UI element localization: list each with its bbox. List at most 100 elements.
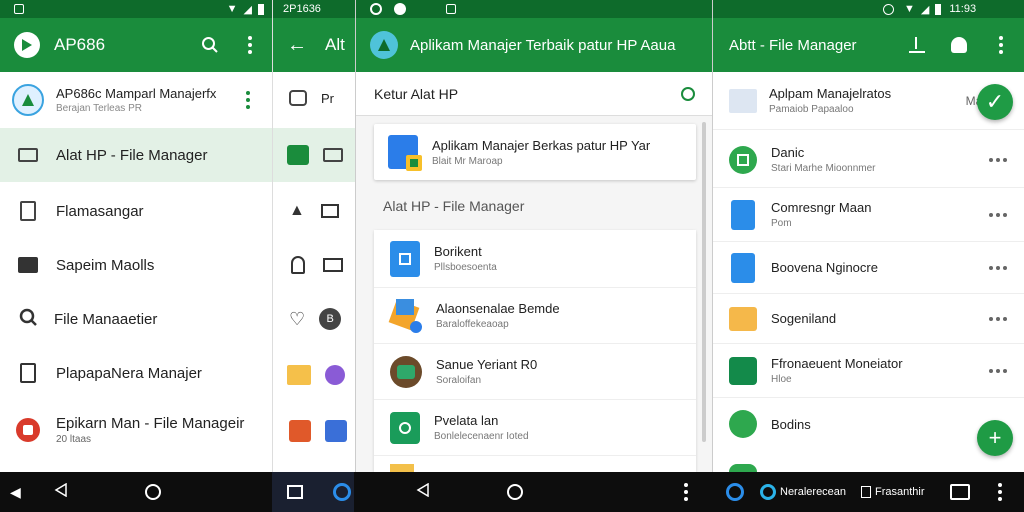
search-bar[interactable]: Ketur Alat HP	[356, 72, 713, 116]
navigation-bar: ◀ Neralerecean Frasanthir	[0, 472, 1024, 512]
panel-search-results: Aplikam Manajer Terbaik patur HP Aaua Ke…	[355, 0, 713, 472]
list-item-title: Ffronaeuent Moneiator	[771, 356, 903, 371]
home-icon[interactable]	[507, 484, 523, 500]
add-button[interactable]: +	[977, 420, 1013, 456]
more-options-icon[interactable]	[990, 482, 1010, 502]
drawer-item-plapapanera[interactable]: PlapapaNera Manajer	[0, 346, 272, 400]
drawer-item-file-manager[interactable]: File Manaaetier	[0, 292, 272, 346]
status-bar	[356, 0, 713, 18]
search-icon[interactable]	[198, 33, 222, 57]
list-item[interactable]: ▲	[273, 184, 356, 238]
list-item-title: Bodins	[771, 416, 811, 432]
featured-subtitle: Blait Mr Maroap	[432, 155, 503, 167]
search-icon	[18, 307, 38, 332]
taskbar-text-secondary[interactable]: Frasanthir	[875, 486, 925, 498]
screen-cast-icon[interactable]	[950, 484, 970, 500]
list-item-label: Pr	[321, 90, 334, 106]
list-item-active[interactable]	[273, 128, 356, 182]
app-icon	[390, 355, 422, 388]
add-person-icon[interactable]	[951, 37, 967, 53]
upload-icon[interactable]	[909, 37, 925, 53]
list-item[interactable]	[273, 404, 356, 458]
app-status-icon	[370, 3, 382, 15]
panel-file-manager: ▼ ◢ 11:93 Abtt - File Manager Aplpam Man…	[712, 0, 1024, 472]
app-icon	[16, 418, 40, 442]
screen-icon	[289, 90, 307, 106]
app-logo-icon[interactable]	[370, 31, 398, 59]
list-item-title: Danic	[771, 145, 805, 160]
drawer-item-flamasangar[interactable]: Flamasangar	[0, 184, 272, 238]
more-options-icon[interactable]	[989, 265, 1007, 270]
list-item[interactable]: Borikent Pllsboesoenta	[374, 230, 696, 288]
status-bar: ▼ ◢	[0, 0, 272, 18]
home-icon[interactable]	[145, 484, 161, 500]
more-options-icon[interactable]	[240, 35, 260, 55]
account-header[interactable]: AP686c Mamparl Manajerfx Berajan Terleas…	[0, 72, 272, 128]
list-item[interactable]: Danic Stari Marhe Mioonnmer	[713, 132, 1024, 188]
folder-icon	[729, 306, 757, 331]
list-item[interactable]	[273, 348, 356, 402]
app-logo-icon[interactable]	[14, 32, 40, 58]
taskbar-text[interactable]: Neralerecean	[780, 486, 846, 498]
person-icon	[291, 256, 305, 274]
account-more-icon[interactable]	[238, 90, 258, 110]
more-options-icon[interactable]	[991, 35, 1011, 55]
back-triangle-icon[interactable]	[416, 482, 430, 502]
back-arrow-icon[interactable]: ←	[287, 34, 307, 57]
drawer-item-sapeim[interactable]: Sapeim Maolls	[0, 238, 272, 292]
package-icon	[388, 298, 422, 333]
app-icon	[729, 410, 757, 438]
app-title: AP686	[54, 35, 106, 54]
notification-icon	[14, 4, 24, 14]
featured-title: Aplikam Manajer Berkas patur HP Yar	[432, 137, 651, 153]
app-bar: AP686	[0, 18, 272, 72]
drawer-item-alat-hp[interactable]: Alat HP - File Manager	[0, 128, 272, 182]
list-item[interactable]: ♡ B	[273, 292, 356, 346]
list-item[interactable]: Pvelata lan Bonlelecenaenr Ioted	[374, 400, 696, 456]
account-name: AP686c Mamparl Manajerfx	[56, 86, 217, 101]
browser-icon[interactable]	[726, 483, 744, 501]
list-item[interactable]	[273, 238, 356, 292]
list-item[interactable]: Boovena Nginocre	[713, 242, 1024, 294]
list-item[interactable]: Alaonsenalae Bemde Baraloffekeaoap	[374, 288, 696, 344]
list-item[interactable]: Comresngr Maan Pom	[713, 188, 1024, 242]
contact-icon	[287, 145, 309, 165]
status-bar: 2P1636	[273, 0, 356, 18]
settings-app-icon	[390, 411, 420, 444]
browser-icon[interactable]	[333, 483, 351, 501]
screen-icon	[323, 148, 343, 162]
scrollbar[interactable]	[702, 122, 706, 442]
list-icon	[20, 363, 36, 383]
more-options-icon[interactable]	[989, 212, 1007, 217]
more-options-icon[interactable]	[989, 368, 1007, 373]
drawer-item-sub: 20 ltaas	[56, 434, 92, 445]
taskbar-window-icon[interactable]	[861, 486, 871, 498]
list-item[interactable]: Pr	[273, 72, 356, 124]
app-bar: Abtt - File Manager	[713, 18, 1024, 72]
status-time: 11:93	[949, 3, 977, 15]
list-item-title: Borikent	[434, 244, 482, 259]
more-options-icon[interactable]	[676, 482, 696, 502]
app-icon	[325, 420, 347, 442]
search-input[interactable]: Ketur Alat HP	[374, 86, 458, 102]
drawer-item-label: Flamasangar	[56, 202, 144, 220]
panel-list-preview: 2P1636 ← Alt Pr ▲ ♡ B	[272, 0, 356, 472]
alarm-icon	[883, 3, 894, 15]
app-title: Abtt - File Manager	[729, 36, 857, 54]
edge-icon[interactable]	[760, 484, 776, 500]
confirm-button[interactable]: ✓	[977, 84, 1013, 120]
list-item[interactable]: Sogeniland	[713, 294, 1024, 344]
drawer-item-epikarn[interactable]: Epikarn Man - File Manageir 20 ltaas	[0, 402, 272, 458]
drawer-item-label: Alat HP - File Manager	[56, 146, 208, 164]
notification-icon	[446, 4, 456, 14]
recents-icon[interactable]	[287, 485, 303, 499]
featured-card[interactable]: Aplikam Manajer Berkas patur HP Yar Blai…	[374, 124, 696, 180]
screen-icon	[18, 148, 38, 162]
list-item[interactable]: Sanue Yeriant R0 Soraloifan	[374, 344, 696, 400]
back-triangle-icon[interactable]	[54, 482, 68, 502]
more-options-icon[interactable]	[989, 157, 1007, 162]
back-icon[interactable]: ◀	[10, 484, 21, 501]
more-options-icon[interactable]	[989, 316, 1007, 321]
chat-icon[interactable]	[681, 86, 695, 101]
list-item[interactable]: Ffronaeuent Moneiator Hloe	[713, 344, 1024, 398]
